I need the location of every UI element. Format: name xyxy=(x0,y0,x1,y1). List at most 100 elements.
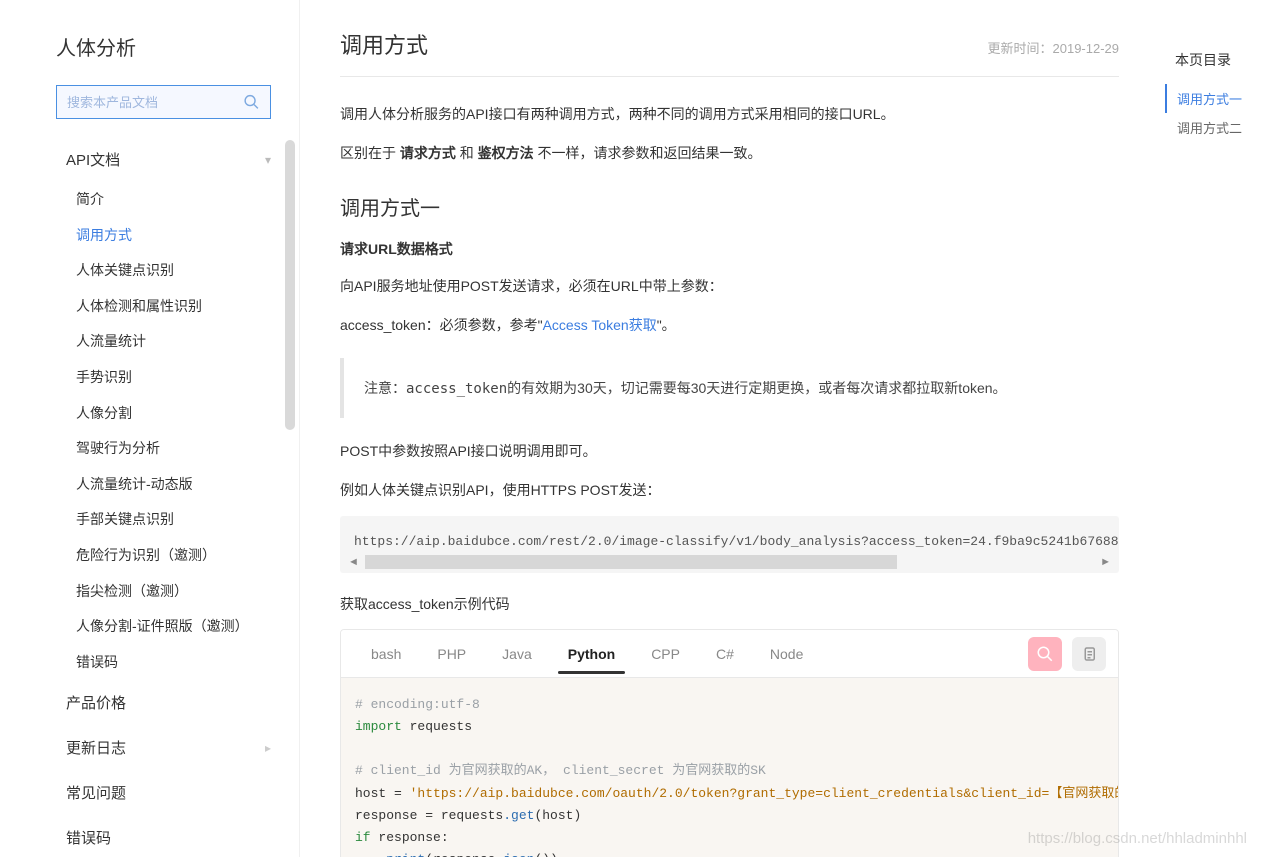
text: 不一样，请求参数和返回结果一致。 xyxy=(534,145,762,161)
code-body: # encoding:utf-8 import requests # clien… xyxy=(341,678,1118,857)
code-text: (host) xyxy=(534,808,581,823)
request-url-desc: 向API服务地址使用POST发送请求，必须在URL中带上参数： xyxy=(340,273,1119,300)
page-title: 调用方式 xyxy=(340,28,428,60)
sidebar: 人体分析 API文档 ▾ 简介 调用方式 人体关键点识别 人体检测和属性识别 人… xyxy=(0,0,300,857)
nav-item-detect-attr[interactable]: 人体检测和属性识别 xyxy=(76,289,271,325)
chevron-right-icon: ▸ xyxy=(265,741,271,755)
scroll-left-icon[interactable]: ◄ xyxy=(344,556,363,568)
nav-item-fingertip[interactable]: 指尖检测（邀测） xyxy=(76,574,271,610)
tab-bash[interactable]: bash xyxy=(353,634,419,674)
nav-item-intro[interactable]: 简介 xyxy=(76,182,271,218)
copy-icon xyxy=(1080,645,1098,663)
code-fn: .json xyxy=(495,852,534,857)
note-code: access_token xyxy=(406,381,507,397)
code-text: ()) xyxy=(534,852,557,857)
text: access_token：必须参数，参考" xyxy=(340,317,543,333)
nav-section-api[interactable]: API文档 ▾ xyxy=(66,137,271,182)
nav-label: 产品价格 xyxy=(66,692,126,713)
tab-csharp[interactable]: C# xyxy=(698,634,752,674)
toc-item-method1[interactable]: 调用方式一 xyxy=(1165,84,1261,113)
url-code: https://aip.baidubce.com/rest/2.0/image-… xyxy=(340,516,1119,557)
nav-item-crowd[interactable]: 人流量统计 xyxy=(76,324,271,360)
search-input[interactable] xyxy=(67,95,243,110)
nav-item-invoke[interactable]: 调用方式 xyxy=(76,218,271,254)
nav-changelog[interactable]: 更新日志 ▸ xyxy=(66,725,271,770)
nav-item-keypoint[interactable]: 人体关键点识别 xyxy=(76,253,271,289)
nav-item-segment[interactable]: 人像分割 xyxy=(76,396,271,432)
code-text: (response xyxy=(425,852,495,857)
strong-text: 鉴权方法 xyxy=(478,145,534,161)
scroll-right-icon[interactable]: ► xyxy=(1096,556,1115,568)
tab-php[interactable]: PHP xyxy=(419,634,484,674)
code-text: response: xyxy=(371,830,449,845)
tab-node[interactable]: Node xyxy=(752,634,821,674)
strong-text: 请求方式 xyxy=(400,145,456,161)
section-method-1: 调用方式一 xyxy=(340,192,1119,221)
nav-sublist: 简介 调用方式 人体关键点识别 人体检测和属性识别 人流量统计 手势识别 人像分… xyxy=(76,182,271,680)
scroll-track[interactable] xyxy=(365,555,1094,569)
nav-label: 错误码 xyxy=(66,827,111,848)
code-fn: print xyxy=(386,852,425,857)
nav-label: 常见问题 xyxy=(66,782,126,803)
nav-item-driving[interactable]: 驾驶行为分析 xyxy=(76,431,271,467)
nav-section-label: API文档 xyxy=(66,149,120,170)
nav-item-crowd-dyn[interactable]: 人流量统计-动态版 xyxy=(76,467,271,503)
chevron-down-icon: ▾ xyxy=(265,153,271,167)
update-date: 2019-12-29 xyxy=(1053,41,1120,56)
request-url-heading: 请求URL数据格式 xyxy=(340,239,1119,259)
access-token-line: access_token：必须参数，参考"Access Token获取"。 xyxy=(340,312,1119,339)
nav-item-errorcode[interactable]: 错误码 xyxy=(76,645,271,681)
note-text: 的有效期为30天，切记需要每30天进行定期更换，或者每次请求都拉取新token。 xyxy=(507,380,1006,396)
sidebar-title: 人体分析 xyxy=(56,32,257,61)
toc-title: 本页目录 xyxy=(1165,50,1261,70)
note-label: 注意： xyxy=(364,380,406,396)
access-token-link[interactable]: Access Token获取 xyxy=(543,317,657,333)
code-fn: .get xyxy=(503,808,534,823)
tab-cpp[interactable]: CPP xyxy=(633,634,698,674)
code-copy-button[interactable] xyxy=(1072,637,1106,671)
update-time: 更新时间：2019-12-29 xyxy=(987,38,1119,57)
tab-python[interactable]: Python xyxy=(550,634,633,674)
code-tab-bar: bash PHP Java Python CPP C# Node xyxy=(341,630,1118,678)
code-kw: import xyxy=(355,719,402,734)
main-content: 调用方式 更新时间：2019-12-29 调用人体分析服务的API接口有两种调用… xyxy=(300,0,1159,857)
nav-errorcode2[interactable]: 错误码 xyxy=(66,815,271,857)
nav-faq[interactable]: 常见问题 xyxy=(66,770,271,815)
intro-paragraph-1: 调用人体分析服务的API接口有两种调用方式，两种不同的调用方式采用相同的接口UR… xyxy=(340,101,1119,128)
scroll-space xyxy=(897,555,1094,569)
text: "。 xyxy=(657,317,676,333)
update-prefix: 更新时间： xyxy=(987,41,1052,56)
nav-item-hand-keypoint[interactable]: 手部关键点识别 xyxy=(76,502,271,538)
intro-paragraph-2: 区别在于 请求方式 和 鉴权方法 不一样，请求参数和返回结果一致。 xyxy=(340,140,1119,167)
note-block: 注意：access_token的有效期为30天，切记需要每30天进行定期更换，或… xyxy=(340,358,1119,418)
code-text: requests xyxy=(402,719,472,734)
page-toc: 本页目录 调用方式一 调用方式二 xyxy=(1159,0,1267,857)
toc-item-method2[interactable]: 调用方式二 xyxy=(1165,113,1261,142)
nav-pricing[interactable]: 产品价格 xyxy=(66,680,271,725)
text: 区别在于 xyxy=(340,145,400,161)
title-row: 调用方式 更新时间：2019-12-29 xyxy=(340,28,1119,77)
search-icon xyxy=(1036,645,1054,663)
nav-item-danger[interactable]: 危险行为识别（邀测） xyxy=(76,538,271,574)
code-text: host = xyxy=(355,786,410,801)
code-kw: if xyxy=(355,830,371,845)
search-icon xyxy=(243,93,260,111)
post-desc: POST中参数按照API接口说明调用即可。 xyxy=(340,438,1119,465)
horizontal-scrollbar[interactable]: ◄ ► xyxy=(340,557,1119,573)
get-token-label: 获取access_token示例代码 xyxy=(340,591,1119,618)
search-box[interactable] xyxy=(56,85,271,119)
code-panel: bash PHP Java Python CPP C# Node # encod… xyxy=(340,629,1119,857)
code-search-button[interactable] xyxy=(1028,637,1062,671)
nav-label: 更新日志 xyxy=(66,737,126,758)
nav-item-gesture[interactable]: 手势识别 xyxy=(76,360,271,396)
tab-java[interactable]: Java xyxy=(484,634,550,674)
url-code-block: https://aip.baidubce.com/rest/2.0/image-… xyxy=(340,516,1119,573)
code-text xyxy=(355,852,386,857)
sidebar-scrollbar[interactable] xyxy=(285,140,295,430)
code-line: # encoding:utf-8 xyxy=(355,697,480,712)
code-string: 'https://aip.baidubce.com/oauth/2.0/toke… xyxy=(410,786,1118,801)
text: 和 xyxy=(456,145,478,161)
example-line: 例如人体关键点识别API，使用HTTPS POST发送： xyxy=(340,477,1119,504)
code-text: response = requests xyxy=(355,808,503,823)
nav-item-idphoto[interactable]: 人像分割-证件照版（邀测） xyxy=(76,609,271,645)
